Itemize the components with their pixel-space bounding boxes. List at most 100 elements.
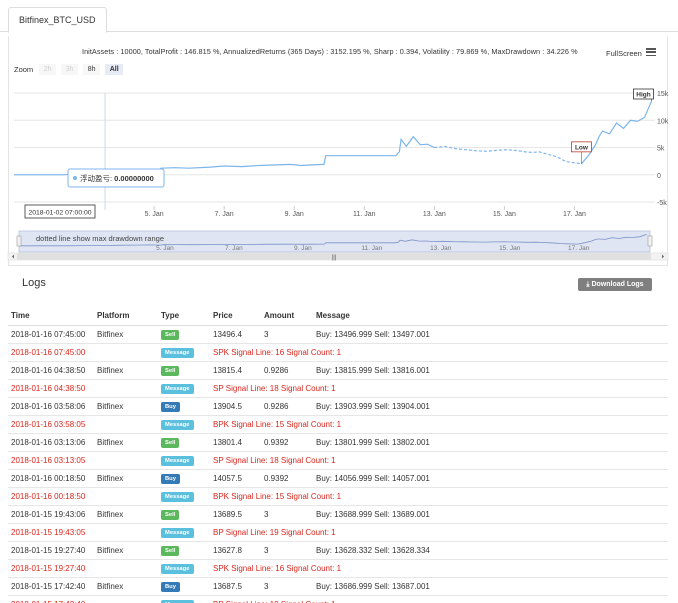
navigator-left-handle[interactable] (16, 235, 22, 247)
zoom-2h-button[interactable]: 2h (39, 63, 57, 75)
table-row: 2018-01-16 07:45:00 Bitfinex Sell 13496.4 3 B… (8, 326, 668, 344)
row-message: Buy: 13903.999 Sell: 13904.001 (316, 402, 430, 411)
type-badge: Buy (161, 474, 180, 484)
table-row: 2018-01-16 07:45:00 Message SPK Signal Lin… (8, 344, 668, 362)
row-platform: Bitfinex (97, 366, 124, 375)
type-badge: Message (161, 564, 194, 574)
column-price: Price (213, 311, 233, 320)
drawdown-dashed-line (434, 145, 582, 165)
x-tick-label: 7. Jan (215, 211, 234, 218)
x-tick-label: 11. Jan (353, 211, 376, 218)
column-time: Time (11, 311, 30, 320)
row-platform: Bitfinex (97, 438, 124, 447)
row-message: SPK Signal Line: 16 Signal Count: 1 (213, 348, 342, 357)
table-row: 2018-01-15 19:27:40 Bitfinex Sell 13627.8 3 B… (8, 542, 668, 560)
equity-chart[interactable]: 15k 10k 5k 0 -5k 5. Jan 7. Jan 9. Jan 11. Jan 13.… (0, 78, 678, 220)
fullscreen-button[interactable]: FullScreen (606, 49, 642, 58)
row-price: 13627.8 (213, 546, 242, 555)
zoom-8h-button[interactable]: 8h (83, 63, 101, 75)
row-message: Buy: 13688.999 Sell: 13689.001 (316, 510, 430, 519)
navigator-tick-label: 9. Jan (294, 245, 312, 252)
download-logs-button[interactable]: ⤓ Download Logs (578, 278, 652, 291)
logs-title: Logs (22, 277, 46, 289)
x-tick-label: 9. Jan (285, 211, 304, 218)
row-amount: 0.9392 (264, 474, 289, 483)
column-amount: Amount (264, 311, 295, 320)
column-message: Message (316, 311, 350, 320)
backtest-stats: InitAssets : 10000, TotalProfit : 146.81… (82, 47, 578, 56)
row-price: 13496.4 (213, 330, 242, 339)
row-time: 2018-01-16 07:45:00 (11, 348, 86, 357)
row-time: 2018-01-16 00:18:50 (11, 492, 86, 501)
type-badge: Buy (161, 582, 180, 592)
equity-line (580, 100, 653, 165)
navigator-tick-label: 17. Jan (568, 245, 590, 252)
row-message: Buy: 13815.999 Sell: 13816.001 (316, 366, 430, 375)
row-time: 2018-01-16 07:45:00 (11, 330, 86, 339)
row-time: 2018-01-16 04:38:50 (11, 366, 86, 375)
navigator-right-handle[interactable] (647, 235, 653, 247)
tooltip-text: 浮动盈亏: 0.00000000 (80, 173, 154, 183)
low-flag-label: Low (575, 144, 589, 151)
table-row: 2018-01-16 00:18:50 Message BPK Signal Lin… (8, 488, 668, 506)
table-row: 2018-01-15 17:42:40 Bitfinex Buy 13687.5 3 Bu… (8, 578, 668, 596)
row-time: 2018-01-16 03:58:05 (11, 420, 86, 429)
navigator-tick-label: 7. Jan (225, 245, 243, 252)
row-platform: Bitfinex (97, 402, 124, 411)
table-row: 2018-01-16 03:13:05 Message SP Signal Line… (8, 452, 668, 470)
table-row: 2018-01-15 19:43:05 Message BP Signal Line… (8, 524, 668, 542)
row-message: Buy: 13628.332 Sell: 13628.334 (316, 546, 430, 555)
y-tick-label: -5k (657, 200, 667, 207)
zoom-all-button[interactable]: All (105, 63, 124, 75)
type-badge: Message (161, 528, 194, 538)
row-message: BPK Signal Line: 15 Signal Count: 1 (213, 420, 342, 429)
row-amount: 0.9286 (264, 366, 289, 375)
type-badge: Message (161, 492, 194, 502)
navigator-tick-label: 15. Jan (499, 245, 521, 252)
scrollbar-grip-icon: ||| (332, 255, 337, 261)
row-price: 13689.5 (213, 510, 242, 519)
row-time: 2018-01-15 19:27:40 (11, 564, 86, 573)
tooltip-dot (73, 176, 77, 180)
row-time: 2018-01-15 19:43:05 (11, 528, 86, 537)
type-badge: Message (161, 456, 194, 466)
row-message: SP Signal Line: 18 Signal Count: 1 (213, 456, 336, 465)
zoom-label: Zoom (14, 64, 34, 74)
row-message: BPK Signal Line: 15 Signal Count: 1 (213, 492, 342, 501)
zoom-3h-button[interactable]: 3h (61, 63, 79, 75)
crosshair-date-label: 2018-01-02 07:00:00 (28, 210, 91, 217)
high-flag-label: High (636, 92, 650, 99)
navigator-tick-label: 5. Jan (156, 245, 174, 252)
tab-bitfinex-btc-usd[interactable]: Bitfinex_BTC_USD (8, 7, 107, 33)
type-badge: Message (161, 348, 194, 358)
logs-table-header: Time Platform Type Price Amount Message (8, 306, 668, 326)
row-platform: Bitfinex (97, 330, 124, 339)
table-row: 2018-01-15 19:43:06 Bitfinex Sell 13689.5 3 B… (8, 506, 668, 524)
row-message: Buy: 14056.999 Sell: 14057.001 (316, 474, 430, 483)
row-message: Buy: 13801.999 Sell: 13802.001 (316, 438, 430, 447)
y-tick-label: 10k (657, 118, 669, 125)
row-amount: 0.9392 (264, 438, 289, 447)
navigator-tick-label: 11. Jan (361, 245, 382, 252)
row-message: SPK Signal Line: 16 Signal Count: 1 (213, 564, 342, 573)
table-row: 2018-01-16 03:58:05 Message BPK Signal Lin… (8, 416, 668, 434)
tab-bar: Bitfinex_BTC_USD (0, 0, 678, 33)
row-amount: 3 (264, 582, 269, 591)
type-badge: Sell (161, 546, 180, 556)
row-price: 13801.4 (213, 438, 242, 447)
table-row: 2018-01-16 04:38:50 Bitfinex Sell 13815.4 0.… (8, 362, 668, 380)
x-tick-label: 13. Jan (423, 211, 446, 218)
table-row: 2018-01-15 17:42:40MessageBP Signal Line… (8, 596, 668, 603)
chart-navigator[interactable]: 5. Jan 7. Jan 9. Jan 11. Jan 13. Jan 15. Jan 1… (0, 228, 678, 262)
type-badge: Message (161, 384, 194, 394)
navigator-note: dotted line show max drawdown range (36, 234, 164, 243)
y-tick-label: 5k (657, 146, 665, 153)
table-row: 2018-01-16 00:18:50 Bitfinex Buy 14057.5 0.9… (8, 470, 668, 488)
row-time: 2018-01-15 17:42:40 (11, 582, 86, 591)
table-row: 2018-01-16 04:38:50 Message SP Signal Line… (8, 380, 668, 398)
type-badge: Sell (161, 510, 180, 520)
row-message: Buy: 13686.999 Sell: 13687.001 (316, 582, 430, 591)
row-message: Buy: 13496.999 Sell: 13497.001 (316, 330, 430, 339)
row-time: 2018-01-16 03:58:06 (11, 402, 86, 411)
hamburger-menu-icon[interactable] (646, 48, 656, 57)
